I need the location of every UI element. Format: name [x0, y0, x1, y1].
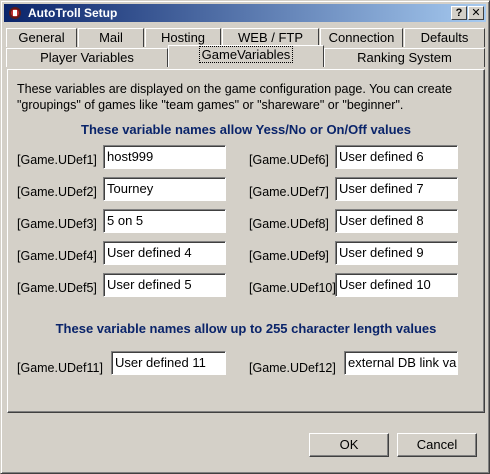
udef7-field[interactable]: User defined 7 [335, 177, 458, 201]
udef10-field[interactable]: User defined 10 [335, 273, 458, 297]
tab-mail[interactable]: Mail [78, 28, 144, 47]
udef12-field[interactable]: external DB link va [344, 351, 458, 375]
udef6-field[interactable]: User defined 6 [335, 145, 458, 169]
title-bar[interactable]: AutoTroll Setup ? ✕ [4, 4, 486, 22]
udef3-field[interactable]: 5 on 5 [103, 209, 226, 233]
label-udef9: [Game.UDef9] [249, 249, 329, 263]
tab-general[interactable]: General [6, 28, 77, 47]
label-udef4: [Game.UDef4] [17, 249, 97, 263]
label-udef12: [Game.UDef12] [249, 361, 336, 375]
ok-button[interactable]: OK [309, 433, 389, 457]
udef9-field[interactable]: User defined 9 [335, 241, 458, 265]
heading-boolean-variables: These variable names allow Yess/No or On… [81, 122, 411, 137]
window-title: AutoTroll Setup [28, 6, 118, 20]
tab-defaults[interactable]: Defaults [404, 28, 485, 47]
tab-ranking-system[interactable]: Ranking System [324, 48, 485, 67]
udef1-field[interactable]: host999 [103, 145, 226, 169]
dialog-window: AutoTroll Setup ? ✕ General Mail Hosting… [0, 0, 490, 474]
tab-game-variables-label: GameVariables [198, 46, 294, 63]
udef8-field[interactable]: User defined 8 [335, 209, 458, 233]
help-button[interactable]: ? [451, 6, 467, 20]
label-udef3: [Game.UDef3] [17, 217, 97, 231]
close-button[interactable]: ✕ [468, 6, 484, 20]
cancel-button[interactable]: Cancel [397, 433, 477, 457]
description-text: These variables are displayed on the gam… [17, 82, 453, 112]
label-udef7: [Game.UDef7] [249, 185, 329, 199]
label-udef5: [Game.UDef5] [17, 281, 97, 295]
label-udef11: [Game.UDef11] [17, 361, 103, 375]
udef2-field[interactable]: Tourney [103, 177, 226, 201]
label-udef10: [Game.UDef10] [249, 281, 336, 295]
label-udef8: [Game.UDef8] [249, 217, 329, 231]
tab-player-variables[interactable]: Player Variables [6, 48, 168, 67]
label-udef1: [Game.UDef1] [17, 153, 97, 167]
tab-game-variables[interactable]: GameVariables [168, 45, 324, 67]
tab-connection[interactable]: Connection [320, 28, 403, 47]
label-udef2: [Game.UDef2] [17, 185, 97, 199]
heading-text-variables: These variable names allow up to 255 cha… [55, 321, 437, 336]
label-udef6: [Game.UDef6] [249, 153, 329, 167]
udef5-field[interactable]: User defined 5 [103, 273, 226, 297]
udef4-field[interactable]: User defined 4 [103, 241, 226, 265]
udef11-field[interactable]: User defined 11 [111, 351, 226, 375]
autotroll-app-icon [9, 7, 21, 19]
